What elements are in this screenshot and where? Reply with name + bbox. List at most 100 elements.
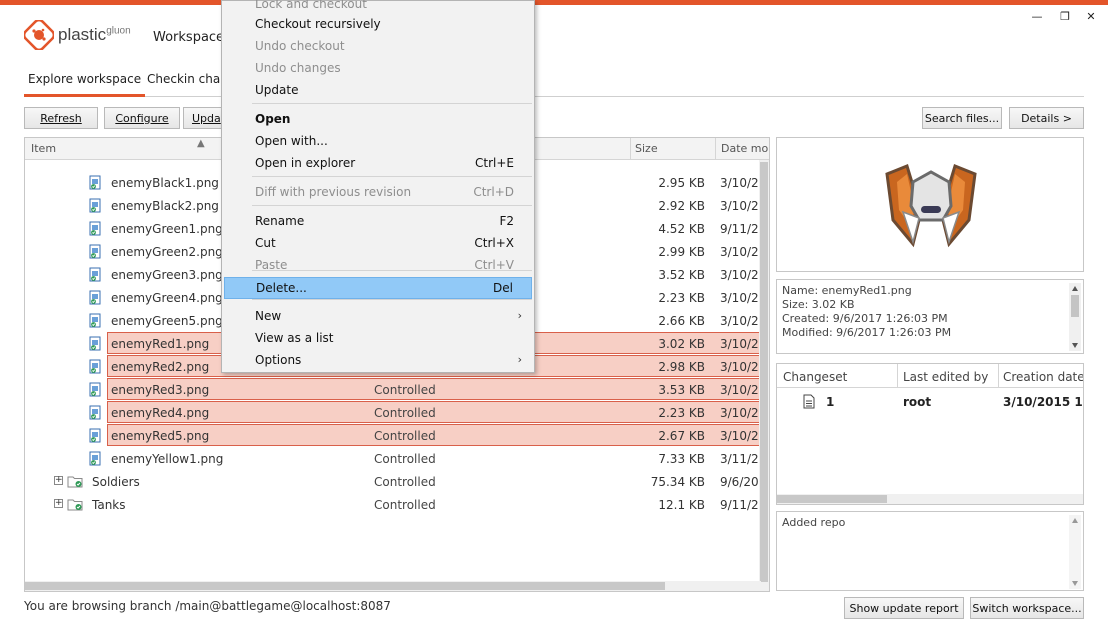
menu-item-label: Rename	[255, 214, 305, 228]
png-file-icon	[89, 313, 102, 328]
folder-name: Tanks	[92, 498, 126, 512]
file-size: 2.66 KB	[658, 314, 705, 328]
menu-item-checkout-recursively[interactable]: Checkout recursively	[224, 14, 532, 36]
menu-item-label: Delete...	[256, 281, 307, 295]
column-last-edited-by[interactable]: Last edited by	[903, 370, 988, 384]
search-files-button[interactable]: Search files...	[922, 107, 1002, 129]
expand-icon[interactable]: +	[54, 476, 63, 485]
tab-checkin-changes[interactable]: Checkin char	[147, 72, 225, 86]
menu-item-paste[interactable]: Paste Ctrl+V	[224, 255, 532, 277]
configure-button[interactable]: Configure	[104, 107, 180, 129]
menu-item-shortcut: Ctrl+E	[475, 156, 514, 170]
menu-item-update[interactable]: Update	[224, 80, 532, 102]
switch-workspace-button[interactable]: Switch workspace...	[970, 597, 1084, 619]
changesets-header: Changeset Last edited by Creation date	[777, 364, 1083, 388]
column-changeset[interactable]: Changeset	[783, 370, 847, 384]
file-size: 7.33 KB	[658, 452, 705, 466]
tree-row[interactable]: enemyRed3.png Controlled 3.53 KB 3/10/20	[25, 378, 766, 401]
sort-arrow-icon: ▲	[197, 138, 205, 149]
menu-item-open[interactable]: Open	[224, 109, 532, 131]
menu-item-view-as-a-list[interactable]: View as a list	[224, 328, 532, 350]
menu-item-undo-checkout[interactable]: Undo checkout	[224, 36, 532, 58]
menu-item-shortcut: Ctrl+D	[473, 185, 514, 199]
update-button[interactable]: Upda	[183, 107, 225, 129]
tree-folder-row[interactable]: + Soldiers Controlled 75.34 KB 9/6/201	[25, 470, 766, 493]
file-size: 2.67 KB	[658, 429, 705, 443]
menu-item-label: New	[255, 309, 282, 323]
file-name: enemyBlack1.png	[111, 176, 219, 190]
menu-item-label: Undo checkout	[255, 39, 345, 53]
tree-horizontal-scrollbar[interactable]	[25, 581, 761, 591]
maximize-icon[interactable]: ❐	[1058, 10, 1072, 23]
show-update-report-button[interactable]: Show update report	[844, 597, 964, 619]
tree-folder-row[interactable]: + Tanks Controlled 12.1 KB 9/11/20	[25, 493, 766, 516]
accent-bar	[0, 0, 1108, 5]
file-size: 4.52 KB	[658, 222, 705, 236]
column-creation-date[interactable]: Creation date	[1003, 370, 1083, 384]
file-name: enemyRed4.png	[111, 406, 210, 420]
file-size: 2.23 KB	[658, 291, 705, 305]
menu-separator	[252, 270, 532, 271]
changeset-row[interactable]: 1 root 3/10/2015 12	[777, 390, 1083, 414]
menu-item-open-in-explorer[interactable]: Open in explorer Ctrl+E	[224, 153, 532, 175]
comment-panel: Added repo	[776, 511, 1084, 591]
submenu-arrow-icon: ›	[517, 353, 522, 366]
png-file-icon	[89, 428, 102, 443]
info-scrollbar[interactable]	[1069, 283, 1081, 351]
changesets-panel: Changeset Last edited by Creation date 1…	[776, 363, 1084, 505]
tab-explore-workspace[interactable]: Explore workspace	[28, 72, 141, 86]
menu-item-undo-changes[interactable]: Undo changes	[224, 58, 532, 80]
tree-row[interactable]: enemyYellow1.png Controlled 7.33 KB 3/11/20	[25, 447, 766, 470]
file-name: enemyGreen4.png	[111, 291, 223, 305]
file-status: Controlled	[374, 406, 436, 420]
details-button[interactable]: Details >	[1009, 107, 1084, 129]
menu-item-cut[interactable]: Cut Ctrl+X	[224, 233, 532, 255]
file-size: 2.23 KB	[658, 406, 705, 420]
file-name: enemyRed5.png	[111, 429, 210, 443]
menu-item-open-with[interactable]: Open with...	[224, 131, 532, 153]
png-file-icon	[89, 175, 102, 190]
menu-item-label: Diff with previous revision	[255, 185, 412, 199]
comment-text: Added repo	[782, 516, 846, 529]
refresh-button[interactable]: Refresh	[24, 107, 98, 129]
file-info-panel: Name: enemyRed1.png Size: 3.02 KB Create…	[776, 279, 1084, 354]
tree-vertical-scrollbar[interactable]	[759, 160, 769, 591]
menu-item-options[interactable]: Options ›	[224, 350, 532, 372]
logo-superscript: gluon	[106, 25, 131, 37]
menu-item-label: Lock and checkout	[255, 0, 367, 11]
menu-item-rename[interactable]: Rename F2	[224, 211, 532, 233]
folder-size: 75.34 KB	[650, 475, 705, 489]
window-title: Workspace	[153, 30, 225, 45]
folder-icon	[67, 474, 83, 489]
png-file-icon	[89, 221, 102, 236]
menu-item-shortcut: Ctrl+X	[474, 236, 514, 250]
menu-item-label: Update	[255, 83, 299, 97]
minimize-icon[interactable]: —	[1030, 10, 1044, 23]
file-status: Controlled	[374, 452, 436, 466]
png-file-icon	[89, 382, 102, 397]
tree-row[interactable]: enemyRed4.png Controlled 2.23 KB 3/10/20	[25, 401, 766, 424]
submenu-arrow-icon: ›	[517, 309, 522, 322]
file-status: Controlled	[374, 383, 436, 397]
file-size: 3.02 KB	[658, 337, 705, 351]
png-file-icon	[89, 359, 102, 374]
menu-item-delete[interactable]: Delete... Del	[224, 277, 532, 299]
menu-item-new[interactable]: New ›	[224, 306, 532, 328]
column-item[interactable]: Item	[31, 142, 56, 155]
png-file-icon	[89, 290, 102, 305]
folder-icon	[67, 497, 83, 512]
file-size: 2.99 KB	[658, 245, 705, 259]
changesets-horizontal-scrollbar[interactable]	[777, 494, 1083, 504]
comment-scrollbar[interactable]	[1069, 515, 1081, 589]
file-name: enemyRed1.png	[111, 337, 210, 351]
png-file-icon	[89, 244, 102, 259]
expand-icon[interactable]: +	[54, 499, 63, 508]
changeset-id: 1	[826, 395, 835, 409]
column-date[interactable]: Date mo	[721, 142, 768, 155]
menu-item-diff-with-previous-revision[interactable]: Diff with previous revision Ctrl+D	[224, 182, 532, 204]
file-size: 2.92 KB	[658, 199, 705, 213]
close-icon[interactable]: ✕	[1084, 10, 1098, 23]
column-size[interactable]: Size	[635, 142, 658, 155]
tree-row[interactable]: enemyRed5.png Controlled 2.67 KB 3/10/20	[25, 424, 766, 447]
file-name: enemyGreen3.png	[111, 268, 223, 282]
